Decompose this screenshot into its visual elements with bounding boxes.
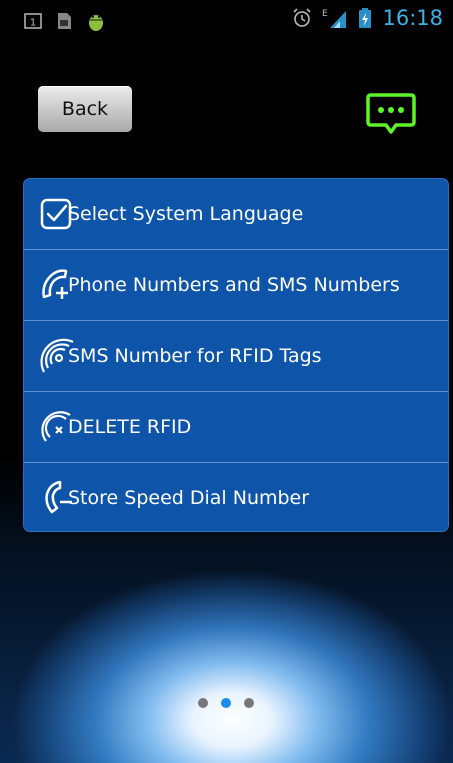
signal-icon: E xyxy=(322,9,347,28)
menu-item-label: Select System Language xyxy=(68,203,304,225)
menu-item-label: Store Speed Dial Number xyxy=(68,487,310,509)
page-indicator xyxy=(198,698,254,708)
android-debug-icon xyxy=(89,15,103,31)
page-dot-1[interactable] xyxy=(198,698,208,708)
page-dot-3[interactable] xyxy=(244,698,254,708)
menu-item-label: DELETE RFID xyxy=(68,416,192,438)
menu-item-delete-rfid[interactable]: DELETE RFID xyxy=(24,391,448,462)
battery-charging-icon xyxy=(359,8,372,28)
menu-item-label: Phone Numbers and SMS Numbers xyxy=(68,274,400,296)
clock-time: 16:18 xyxy=(382,6,443,30)
menu-item-speed-dial[interactable]: Store Speed Dial Number xyxy=(24,462,448,531)
back-button[interactable]: Back xyxy=(38,86,132,132)
page-dot-2-active[interactable] xyxy=(221,698,231,708)
menu-item-phone-sms-numbers[interactable]: Phone Numbers and SMS Numbers xyxy=(24,249,448,320)
sd-card-icon xyxy=(58,13,71,29)
status-left-icons: 1 xyxy=(24,10,106,32)
screen: 1 E 16:18 Back Select System Language Ph… xyxy=(0,0,453,763)
status-right-icons: E 16:18 xyxy=(292,6,443,30)
screen-number-icon: 1 xyxy=(24,13,42,29)
menu-item-select-language[interactable]: Select System Language xyxy=(24,179,448,249)
settings-menu: Select System Language Phone Numbers and… xyxy=(24,179,448,531)
status-bar: 1 E 16:18 xyxy=(0,0,453,38)
alarm-icon xyxy=(293,8,312,27)
svg-text:1: 1 xyxy=(30,18,36,29)
menu-item-label: SMS Number for RFID Tags xyxy=(68,345,322,367)
svg-text:E: E xyxy=(322,9,328,19)
chat-bubble-icon[interactable] xyxy=(366,92,416,136)
menu-item-sms-rfid-tags[interactable]: SMS Number for RFID Tags xyxy=(24,320,448,391)
